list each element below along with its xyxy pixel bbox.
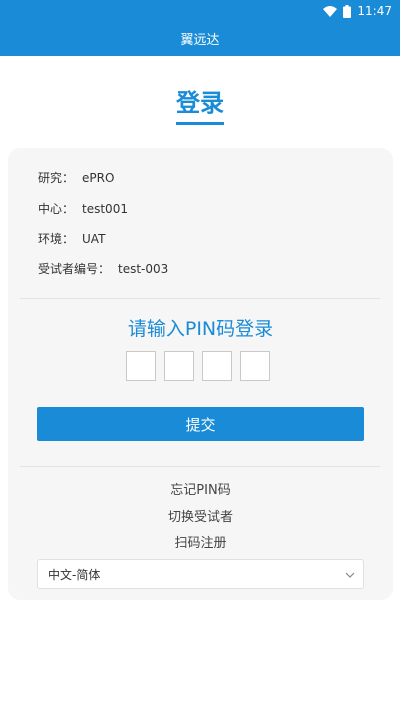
pin-digit-2[interactable]	[164, 351, 194, 381]
app-bar: 11:47 翼远达	[0, 0, 400, 56]
scan-register-link[interactable]: 扫码注册	[8, 532, 393, 551]
study-label: 研究：	[38, 171, 75, 185]
pin-prompt: 请输入PIN码登录	[127, 318, 274, 340]
wifi-icon	[323, 5, 338, 17]
language-value: 中文-简体	[48, 567, 101, 582]
center-label: 中心：	[38, 202, 75, 216]
environment-value: UAT	[82, 232, 106, 246]
divider	[20, 298, 380, 299]
environment-label: 环境：	[38, 232, 75, 246]
info-row-center: 中心： test001	[38, 200, 128, 217]
language-select[interactable]: 中文-简体	[37, 559, 364, 589]
app-title: 翼远达	[180, 33, 220, 48]
subject-id-label: 受试者编号：	[38, 262, 111, 276]
study-value: ePRO	[82, 171, 115, 185]
chevron-down-icon	[345, 567, 355, 581]
info-row-environment: 环境： UAT	[38, 230, 105, 247]
center-value: test001	[82, 202, 128, 216]
forgot-pin-link[interactable]: 忘记PIN码	[8, 479, 393, 498]
pin-digit-1[interactable]	[126, 351, 156, 381]
login-title: 登录	[176, 88, 224, 125]
subject-id-value: test-003	[118, 262, 169, 276]
switch-subject-link[interactable]: 切换受试者	[8, 506, 393, 525]
login-card: 研究： ePRO 中心： test001 环境： UAT 受试者编号： test-003…	[8, 148, 393, 600]
submit-button[interactable]: 提交	[37, 407, 364, 441]
status-time: 11:47	[357, 4, 392, 18]
status-bar: 11:47	[323, 3, 392, 19]
login-heading: 登录	[0, 88, 400, 125]
divider	[20, 466, 380, 467]
pin-digit-3[interactable]	[202, 351, 232, 381]
info-row-subject-id: 受试者编号： test-003	[38, 260, 168, 277]
pin-input-group	[126, 351, 270, 381]
info-row-study: 研究： ePRO	[38, 169, 114, 186]
pin-digit-4[interactable]	[240, 351, 270, 381]
battery-icon	[343, 4, 352, 18]
